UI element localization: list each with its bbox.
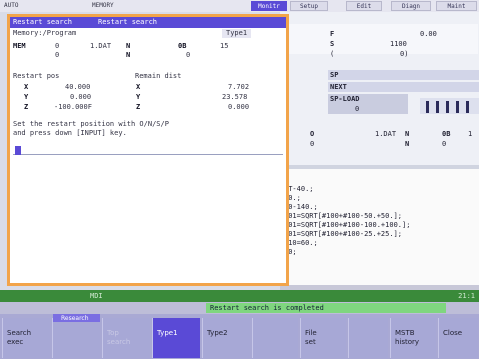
program-line: X10=60.; — [284, 239, 318, 247]
sp-label: SP — [330, 71, 339, 79]
type1-button[interactable]: Type1 — [152, 318, 200, 358]
instruction-text: Set the restart position with O/N/S/P an… — [13, 120, 169, 137]
block-number-2[interactable]: 0 — [186, 51, 190, 60]
close-button[interactable]: Close — [438, 318, 478, 358]
remain-dist-z: 0.000 — [228, 103, 250, 111]
dialog-title-right: Restart search — [98, 18, 158, 26]
softkey-bar: Search exec Research Top search Type1 Type… — [0, 314, 479, 359]
softkey-label: set — [305, 338, 316, 346]
spindle-paren: ( — [330, 50, 335, 58]
type-indicator: Type1 — [222, 29, 252, 38]
feed-value: 0.00 — [420, 30, 437, 38]
softkey-label: MSTB — [395, 329, 415, 337]
sp-load-label: SP-LOAD — [330, 95, 360, 103]
softkey-label: File — [305, 329, 317, 337]
block-number[interactable]: 15 — [220, 42, 228, 51]
tab-edit[interactable]: Edit — [346, 1, 382, 11]
spindle-label: S — [330, 40, 335, 48]
blank-softkey[interactable] — [252, 318, 298, 358]
input-cursor — [15, 146, 21, 155]
axis-x-label: X — [24, 83, 29, 91]
research-button[interactable]: Research — [52, 314, 100, 358]
program-file: 1.DAT — [90, 42, 112, 50]
status-time: 21:1 — [458, 292, 475, 300]
load-meter — [420, 98, 479, 114]
softkey-label: search — [107, 338, 131, 346]
remain-axis-z-label: Z — [136, 103, 141, 111]
softkey-label: Type1 — [157, 329, 178, 337]
spindle-paren-value: 0) — [400, 50, 409, 58]
restart-search-dialog: Restart search Restart search Memory:/Pr… — [7, 14, 289, 286]
program-ob-label: 0B — [442, 130, 451, 138]
tab-setup[interactable]: Setup — [290, 1, 328, 11]
memory-program-label: Memory:/Program — [13, 29, 77, 37]
tab-maintenance[interactable]: Maint — [436, 1, 477, 11]
program-line: X01=SQRT[#100+#100-50.+50.]; — [284, 212, 403, 220]
softkey-tab: Research — [53, 314, 100, 322]
program-n2-label: N — [405, 140, 410, 148]
status-mode: MDI — [90, 292, 103, 300]
remain-dist-y: 23.578 — [222, 93, 248, 101]
restart-pos-label: Restart pos — [13, 72, 60, 80]
operation-mode: AUTO — [4, 2, 19, 9]
dialog-title-left: Restart search — [13, 18, 73, 26]
program-o-label: O — [310, 130, 315, 138]
program-n-label: N — [405, 130, 410, 138]
block-b-label: 0B — [178, 42, 187, 50]
restart-pos-y: 0.000 — [70, 93, 92, 101]
message-bar: Restart search is completed — [0, 302, 479, 314]
program-ob-value: 1 — [468, 130, 473, 138]
program-number[interactable]: 0 — [55, 42, 59, 51]
blank-softkey[interactable] — [348, 318, 388, 358]
file-set-button[interactable]: File set — [300, 318, 346, 358]
softkey-label: exec — [7, 338, 24, 346]
axis-z-label: Z — [24, 103, 29, 111]
top-bar: AUTO MEMORY Monitr Setup Edit Diagn Main… — [0, 0, 479, 12]
remain-axis-x-label: X — [136, 83, 141, 91]
program-line: X0-140.; — [284, 203, 318, 211]
type2-button[interactable]: Type2 — [202, 318, 250, 358]
tab-monitor[interactable]: Monitr — [251, 1, 287, 11]
axis-y-label: Y — [24, 93, 29, 101]
next-label: NEXT — [330, 83, 347, 91]
remain-axis-y-label: Y — [136, 93, 141, 101]
program-n2-value: 0 — [442, 140, 447, 148]
program-listing: ZT-40.; X0.; X0-140.; X01=SQRT[#100+#100… — [280, 165, 479, 285]
remain-dist-x: 7.702 — [228, 83, 250, 91]
restart-pos-x: 40.000 — [65, 83, 91, 91]
softkey-tab-label: Research — [61, 315, 89, 322]
mem-label: MEM — [13, 42, 26, 50]
program-o2-value: 0 — [310, 140, 315, 148]
softkey-label: Top — [107, 329, 119, 337]
search-exec-button[interactable]: Search exec — [2, 318, 50, 358]
mstb-history-button[interactable]: MSTB history — [390, 318, 436, 358]
softkey-label: history — [395, 338, 420, 346]
spindle-value: 1100 — [390, 40, 407, 48]
sequence-n-label: N — [126, 42, 131, 50]
program-file: 1.DAT — [375, 130, 397, 138]
sp-load-value: 0 — [355, 105, 360, 113]
remain-dist-label: Remain dist — [135, 72, 182, 80]
status-message: Restart search is completed — [206, 303, 446, 313]
program-line: X01=SQRT[#100+#100-100.+100.]; — [284, 221, 411, 229]
softkey-label: Type2 — [207, 329, 228, 337]
memory-mode: MEMORY — [92, 2, 114, 9]
feed-label: F — [330, 30, 335, 38]
input-field[interactable] — [13, 145, 283, 155]
tab-diagnosis[interactable]: Diagn — [391, 1, 431, 11]
softkey-label: Search — [7, 329, 32, 337]
restart-pos-z: -100.000F — [54, 103, 92, 111]
sequence-n2-label: N — [126, 51, 131, 59]
status-bar: MDI 21:1 — [0, 290, 479, 302]
dialog-title-bar: Restart search Restart search — [10, 17, 286, 28]
softkey-label: Close — [443, 329, 463, 337]
program-line: X01=SQRT[#100+#100-25.+25.]; — [284, 230, 403, 238]
top-search-button[interactable]: Top search — [102, 318, 150, 358]
program-number-2[interactable]: 0 — [55, 51, 59, 60]
monitor-panel: F 0.00 S 1100 ( 0) SP NEXT SP-LOAD 0 O 1… — [280, 12, 479, 165]
